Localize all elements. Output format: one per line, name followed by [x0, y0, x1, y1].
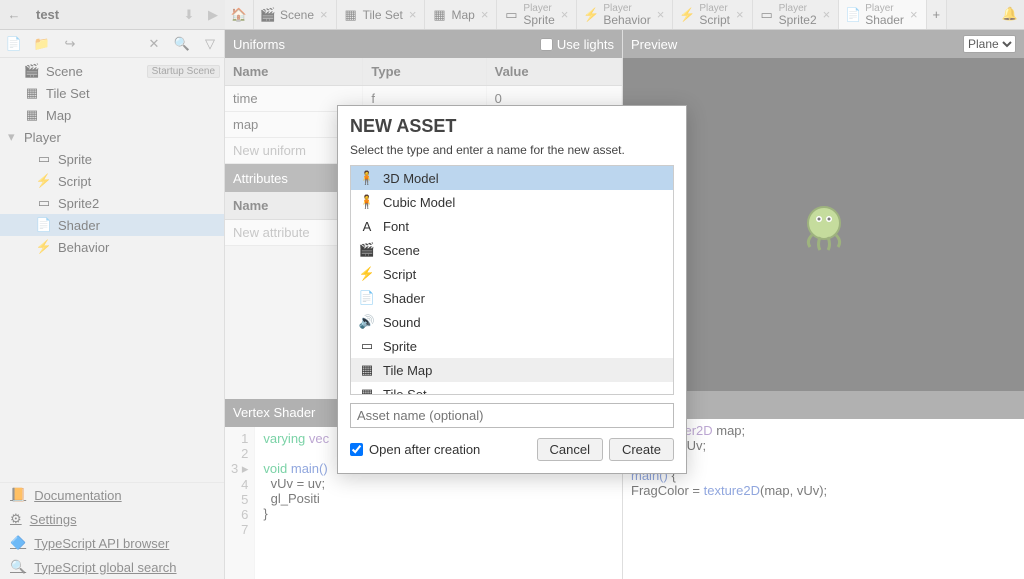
open-after-checkbox[interactable] — [350, 443, 363, 456]
tilemap-icon: ▦ — [359, 362, 375, 378]
modal-footer: Open after creation Cancel Create — [350, 438, 674, 461]
open-after-toggle[interactable]: Open after creation — [350, 442, 480, 457]
type-item-shader[interactable]: 📄Shader — [351, 286, 673, 310]
type-item-cubic-model[interactable]: 🧍Cubic Model — [351, 190, 673, 214]
app-root: ← test ⬇ ▶ 🏠 🎬Scene× ▦Tile Set× ▦Map× ▭P… — [0, 0, 1024, 579]
sprite-icon: ▭ — [359, 338, 375, 354]
type-item-sound[interactable]: 🔊Sound — [351, 310, 673, 334]
type-item-font[interactable]: AFont — [351, 214, 673, 238]
modal-backdrop[interactable]: NEW ASSET Select the type and enter a na… — [0, 0, 1024, 579]
tileset-icon: ▦ — [359, 386, 375, 395]
sound-icon: 🔊 — [359, 314, 375, 330]
create-button[interactable]: Create — [609, 438, 674, 461]
cancel-button[interactable]: Cancel — [537, 438, 603, 461]
asset-type-list: 🧍3D Model 🧍Cubic Model AFont 🎬Scene ⚡Scr… — [350, 165, 674, 395]
type-item-tile-set[interactable]: ▦Tile Set — [351, 382, 673, 395]
bolt-icon: ⚡ — [359, 266, 375, 282]
new-asset-modal: NEW ASSET Select the type and enter a na… — [337, 105, 687, 474]
font-icon: A — [359, 218, 375, 234]
type-item-3d-model[interactable]: 🧍3D Model — [351, 166, 673, 190]
type-item-script[interactable]: ⚡Script — [351, 262, 673, 286]
modal-title: NEW ASSET — [350, 116, 674, 137]
clapper-icon: 🎬 — [359, 242, 375, 258]
asset-name-input[interactable] — [350, 403, 674, 428]
shader-icon: 📄 — [359, 290, 375, 306]
type-item-scene[interactable]: 🎬Scene — [351, 238, 673, 262]
type-item-tile-map[interactable]: ▦Tile Map — [351, 358, 673, 382]
modal-subtitle: Select the type and enter a name for the… — [350, 143, 674, 157]
model3d-icon: 🧍 — [359, 170, 375, 186]
cubic-icon: 🧍 — [359, 194, 375, 210]
type-item-sprite[interactable]: ▭Sprite — [351, 334, 673, 358]
